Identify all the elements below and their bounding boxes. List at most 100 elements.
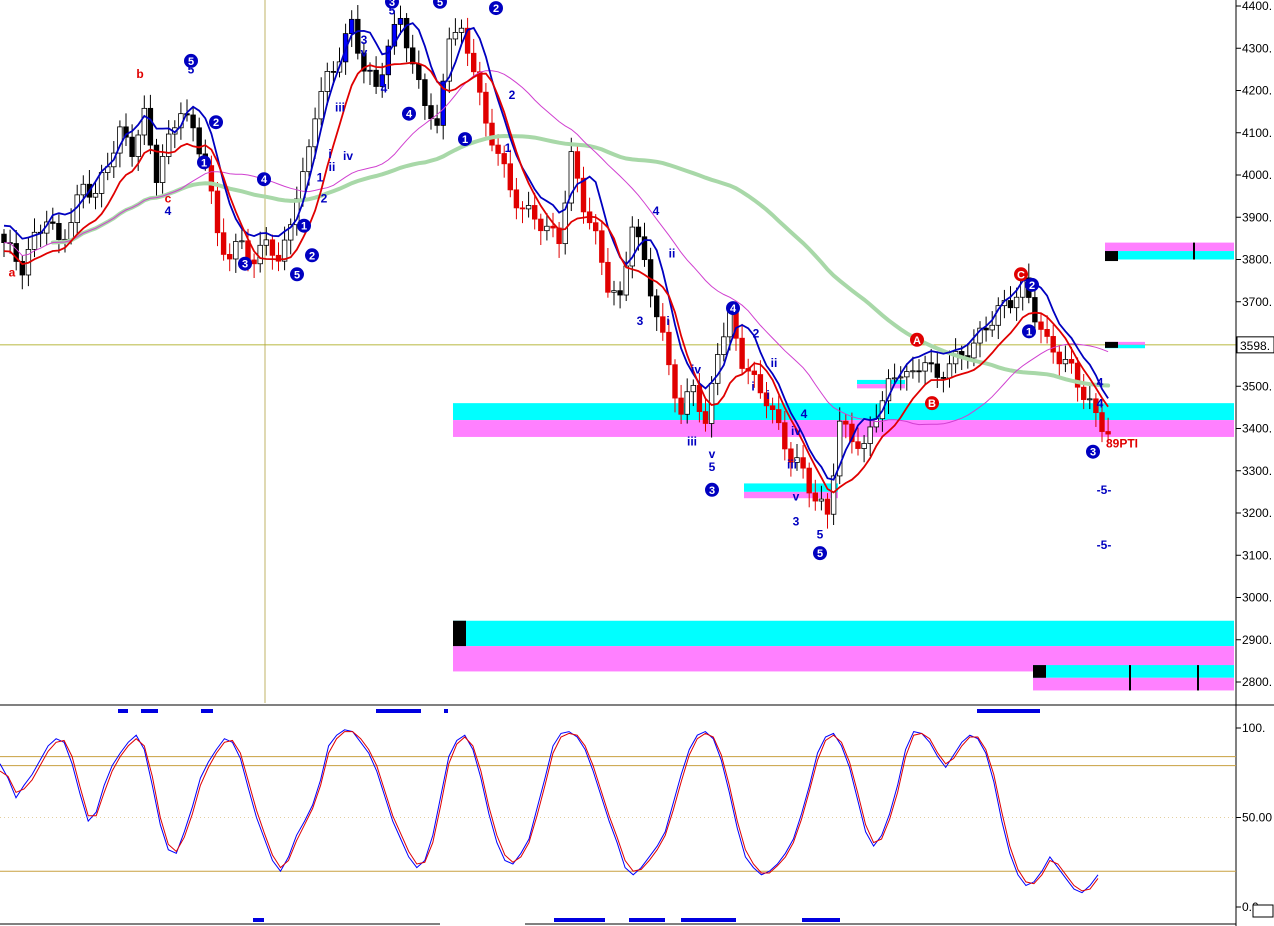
- wave-circle-label: 3: [242, 259, 248, 271]
- osc-tick-label: 50.00: [1242, 811, 1272, 825]
- wave-count-badge: 2: [1025, 277, 1039, 292]
- wave-circle-label: 2: [309, 250, 315, 262]
- candle-body: [458, 27, 465, 33]
- candle-body: [776, 409, 782, 424]
- wave-label: v: [793, 489, 800, 503]
- zone-1-top: [744, 483, 838, 492]
- last-value-label: 3598.: [1240, 339, 1270, 353]
- signal-mark-top: [376, 709, 421, 713]
- wave-circle-label: 2: [493, 3, 499, 15]
- wave-label: 2: [509, 88, 516, 102]
- zone-marker: [1105, 341, 1118, 348]
- wave-label: iv: [691, 363, 701, 377]
- candle-body: [525, 205, 532, 210]
- candle-body: [867, 426, 873, 444]
- osc-tick-label: 100.: [1242, 721, 1265, 735]
- candle-body: [684, 391, 690, 415]
- candle-body: [660, 316, 666, 333]
- candle-body: [715, 354, 721, 384]
- candle-body: [1081, 386, 1087, 400]
- candle-body: [220, 232, 227, 255]
- wave-label: iii: [335, 101, 345, 115]
- wave-label: 1: [505, 141, 512, 155]
- wave-circle-label: 2: [213, 117, 219, 129]
- candle-body: [318, 91, 324, 120]
- price-axis: 4400. 4300. 4200. 4100. 4000. 3900. 3800. 3700.…: [1236, 0, 1274, 689]
- wave-count-badge: 3: [1086, 444, 1100, 459]
- wave-label: v: [361, 46, 368, 60]
- candle-body: [519, 207, 526, 210]
- candle-body: [403, 17, 410, 49]
- candle-body: [599, 230, 605, 263]
- zone-marker: [453, 620, 466, 647]
- ma-mid-line: [3, 70, 1109, 426]
- candle-body: [580, 177, 587, 213]
- wave-label: 5: [817, 527, 824, 541]
- candle-body: [1, 233, 7, 243]
- candle-body: [1056, 351, 1062, 365]
- wave-count-badge: 1: [197, 155, 211, 170]
- signal-mark-top: [118, 709, 128, 713]
- wave-label: 4: [653, 204, 660, 218]
- zone-3-top: [453, 620, 1234, 647]
- candle-body: [666, 331, 672, 366]
- signal-mark-bottom: [253, 918, 264, 922]
- candle-body: [312, 118, 318, 148]
- candle-body: [611, 290, 617, 293]
- wave-label: ii: [329, 160, 336, 174]
- osc-series-1: [0, 731, 1099, 892]
- candle-body: [739, 337, 745, 369]
- candle-body: [263, 239, 269, 246]
- candle-body: [605, 261, 611, 293]
- stock-chart: abc451iii2iiiiv3v45214ii3 iiviiiv52iiii4i…: [0, 0, 1274, 926]
- candle-body: [806, 467, 812, 494]
- candle-body: [147, 107, 154, 146]
- candle-body: [452, 32, 459, 40]
- candle-body: [812, 492, 818, 502]
- candle-body: [306, 146, 312, 173]
- y-tick-label: 3200.: [1242, 506, 1272, 520]
- candle-body: [1068, 359, 1075, 364]
- y-tick-label: 4000.: [1242, 168, 1272, 182]
- wave-count-badge: 3: [705, 482, 719, 497]
- candle-body: [593, 222, 599, 232]
- y-tick-label: 3800.: [1242, 253, 1272, 267]
- candle-body: [1050, 336, 1056, 353]
- candle-body: [855, 441, 861, 449]
- candle-body: [690, 385, 696, 393]
- candle-body: [922, 362, 928, 372]
- candle-body: [910, 370, 916, 373]
- candle-body: [532, 205, 538, 220]
- wave-label: a: [9, 265, 16, 279]
- candle-body: [141, 107, 147, 136]
- y-tick-label: 3400.: [1242, 422, 1272, 436]
- wave-label: i: [666, 314, 669, 328]
- y-tick-label: 2800.: [1242, 675, 1272, 689]
- wave-label: i: [751, 379, 754, 393]
- wave-count-badge: C: [1014, 267, 1028, 282]
- zone-4-top: [1105, 242, 1234, 252]
- candle-body: [208, 165, 215, 192]
- candle-body: [721, 336, 727, 355]
- candle-body: [891, 377, 898, 380]
- candle-body: [190, 114, 196, 129]
- candle-body: [324, 71, 330, 92]
- candle-body: [751, 370, 757, 375]
- wave-circle-label: 5: [294, 269, 300, 281]
- candle-body: [971, 342, 977, 359]
- candle-body: [507, 163, 513, 191]
- signal-mark-top: [201, 709, 213, 713]
- candle-body: [946, 363, 953, 379]
- candle-body: [1013, 296, 1020, 309]
- candle-body: [367, 69, 373, 72]
- y-tick-label: 3700.: [1242, 295, 1272, 309]
- y-tick-label: 3000.: [1242, 591, 1272, 605]
- candle-body: [239, 240, 245, 243]
- wave-circle-label: 1: [301, 221, 307, 233]
- candle-body: [989, 324, 995, 331]
- candle-body: [904, 371, 910, 378]
- zone-6-top: [1033, 665, 1234, 678]
- candle-body: [135, 134, 141, 157]
- candle-body: [397, 17, 404, 25]
- candle-body: [257, 244, 263, 265]
